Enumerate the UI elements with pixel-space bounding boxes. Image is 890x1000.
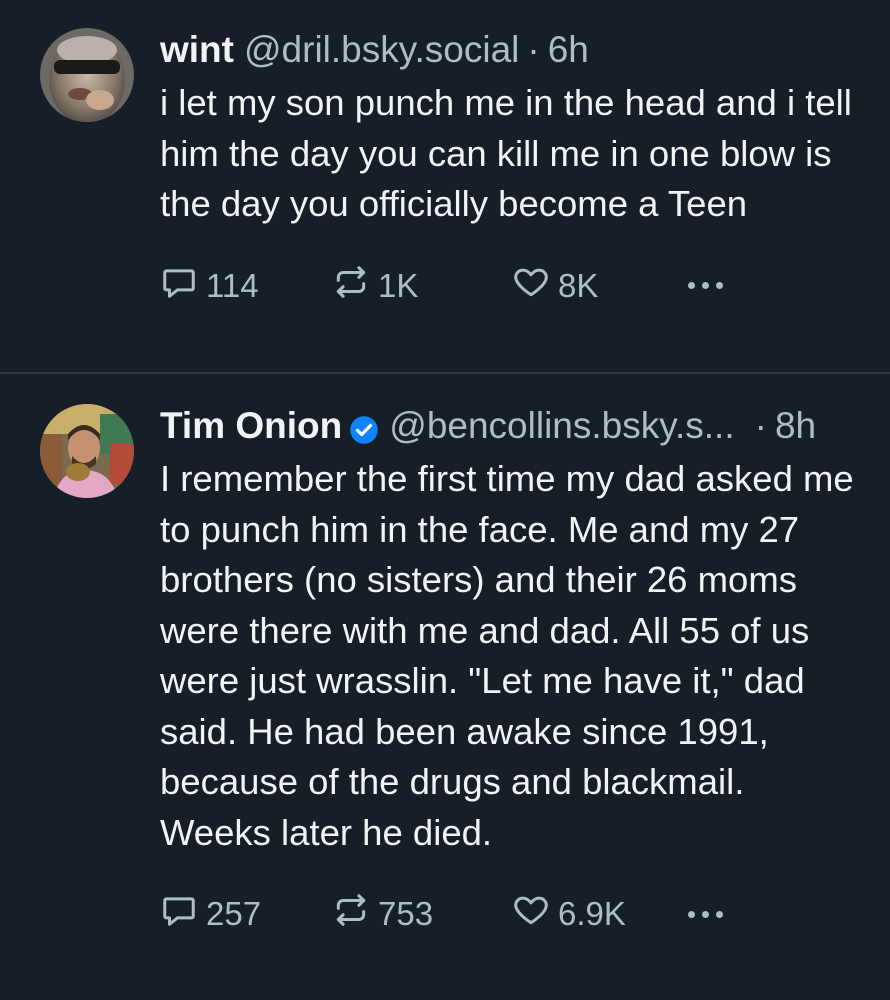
post-actions: 114 1K 8K <box>160 263 860 309</box>
speech-bubble-icon <box>160 891 206 937</box>
repost-count: 1K <box>378 266 419 304</box>
timestamp[interactable]: 8h <box>775 404 816 448</box>
timestamp[interactable]: 6h <box>548 28 589 72</box>
repost-button[interactable]: 753 <box>332 891 512 937</box>
repost-count: 753 <box>378 895 434 932</box>
heart-icon <box>512 263 558 309</box>
separator: · <box>754 405 767 446</box>
repost-arrows-icon <box>332 891 378 937</box>
more-options-button[interactable] <box>688 910 723 918</box>
reply-button[interactable]: 257 <box>160 891 332 937</box>
display-name[interactable]: Tim Onion <box>160 404 342 448</box>
reply-count: 114 <box>206 266 259 304</box>
post-header: Tim Onion @bencollins.bsky.s... · 8h <box>160 404 860 448</box>
more-options-button[interactable] <box>688 282 723 289</box>
like-button[interactable]: 8K <box>512 263 688 309</box>
post-text: i let my son punch me in the head and i … <box>160 82 852 224</box>
handle[interactable]: @dril.bsky.social <box>244 28 519 72</box>
post-header: wint @dril.bsky.social · 6h <box>160 28 860 72</box>
feed: wint @dril.bsky.social · 6h i let my son… <box>0 0 890 1000</box>
like-button[interactable]: 6.9K <box>512 891 688 937</box>
like-count: 8K <box>558 266 599 304</box>
display-name[interactable]: wint <box>160 28 234 72</box>
verified-check-icon[interactable] <box>349 411 379 444</box>
heart-icon <box>512 891 558 937</box>
speech-bubble-icon <box>160 263 206 309</box>
like-count: 6.9K <box>558 895 626 932</box>
post-tim-onion[interactable]: Tim Onion @bencollins.bsky.s... · 8h I r… <box>0 374 890 934</box>
post-wint[interactable]: wint @dril.bsky.social · 6h i let my son… <box>0 0 890 374</box>
post-actions: 257 753 6.9K <box>160 894 860 934</box>
reply-count: 257 <box>206 895 262 932</box>
reply-button[interactable]: 114 <box>160 263 332 309</box>
repost-arrows-icon <box>332 263 378 309</box>
handle[interactable]: @bencollins.bsky.s... <box>389 404 734 448</box>
repost-button[interactable]: 1K <box>332 263 512 309</box>
avatar[interactable] <box>40 28 134 122</box>
ellipsis-icon <box>688 910 723 918</box>
post-text: I remember the first time my dad asked m… <box>160 458 854 853</box>
avatar[interactable] <box>40 404 134 498</box>
separator: · <box>527 29 540 70</box>
ellipsis-icon <box>688 282 723 289</box>
